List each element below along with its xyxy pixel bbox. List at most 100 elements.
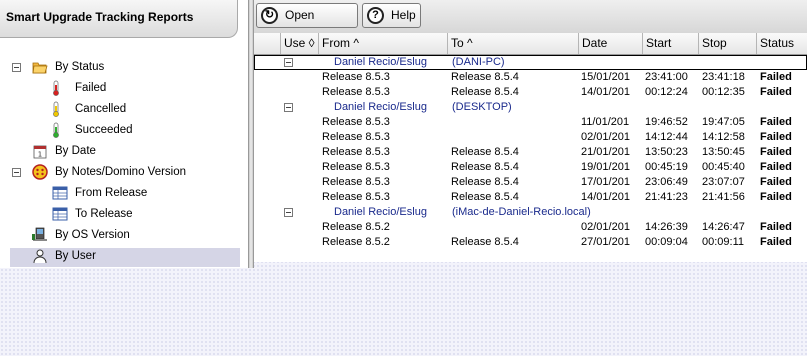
group-user: Daniel Recio/Eslug bbox=[334, 206, 427, 218]
cell-to: Release 8.5.4 bbox=[451, 71, 519, 83]
green-thermometer-icon bbox=[53, 122, 59, 138]
group-machine: (DANI-PC) bbox=[452, 56, 505, 68]
cell-start: 23:41:00 bbox=[645, 71, 688, 83]
help-button[interactable]: ? Help bbox=[362, 3, 421, 28]
table-row[interactable]: Release 8.5.3 Release 8.5.4 17/01/201 23:06… bbox=[254, 175, 807, 190]
cell-from: Release 8.5.3 bbox=[322, 86, 390, 98]
red-thermometer-icon bbox=[53, 80, 59, 96]
cell-start: 14:26:39 bbox=[645, 221, 688, 233]
table-row[interactable]: Release 8.5.3 11/01/201 19:46:52 19:47:05 Fa… bbox=[254, 115, 807, 130]
folder-open-icon bbox=[32, 62, 48, 74]
open-report-button[interactable]: ↻ Open Report bbox=[256, 3, 358, 45]
toolbar: ↻ Open Report ? Help bbox=[254, 0, 807, 45]
cell-status: Failed bbox=[760, 146, 792, 158]
cell-from: Release 8.5.3 bbox=[322, 161, 390, 173]
column-stop[interactable]: Stop bbox=[698, 33, 757, 54]
column-from[interactable]: From ^ bbox=[318, 33, 448, 54]
os-computer-icon bbox=[32, 227, 47, 241]
cell-date: 02/01/201 bbox=[581, 221, 630, 233]
group-row[interactable]: Daniel Recio/Eslug (DANI-PC) bbox=[254, 55, 807, 70]
cell-to: Release 8.5.4 bbox=[451, 161, 519, 173]
cell-status: Failed bbox=[760, 176, 792, 188]
cell-stop: 23:41:18 bbox=[702, 71, 745, 83]
tree-item-label: To Release bbox=[75, 208, 133, 220]
cell-status: Failed bbox=[760, 221, 792, 233]
column-date[interactable]: Date bbox=[578, 33, 643, 54]
svg-text:1: 1 bbox=[38, 151, 42, 159]
tree-item-label: By Notes/Domino Version bbox=[55, 166, 187, 178]
report-rows: Daniel Recio/Eslug (DANI-PC) Release 8.5.3… bbox=[254, 55, 807, 262]
table-row[interactable]: Release 8.5.2 02/01/201 14:26:39 14:26:47 Fa… bbox=[254, 220, 807, 235]
table-icon bbox=[52, 207, 68, 221]
cell-start: 21:41:23 bbox=[645, 191, 688, 203]
group-row[interactable]: Daniel Recio/Eslug (DESKTOP) bbox=[254, 100, 807, 115]
cell-status: Failed bbox=[760, 71, 792, 83]
calendar-icon: 1 bbox=[33, 145, 47, 159]
panel-title: Smart Upgrade Tracking Reports bbox=[0, 0, 238, 38]
column-use[interactable]: Use ◊ bbox=[280, 33, 322, 54]
table-row[interactable]: Release 8.5.3 Release 8.5.4 21/01/201 13:50… bbox=[254, 145, 807, 160]
table-row[interactable]: Release 8.5.3 Release 8.5.4 19/01/201 00:45… bbox=[254, 160, 807, 175]
group-row[interactable]: Daniel Recio/Eslug (iMac-de-Daniel-Recio.… bbox=[254, 205, 807, 220]
cell-from: Release 8.5.3 bbox=[322, 71, 390, 83]
cell-start: 19:46:52 bbox=[645, 116, 688, 128]
cell-date: 17/01/201 bbox=[581, 176, 630, 188]
cell-date: 15/01/201 bbox=[581, 71, 630, 83]
help-label: Help bbox=[391, 8, 416, 22]
column-header: Use ◊ From ^ To ^ Date Start Stop Status bbox=[254, 33, 807, 55]
cell-status: Failed bbox=[760, 236, 792, 248]
cell-start: 13:50:23 bbox=[645, 146, 688, 158]
collapse-icon[interactable] bbox=[284, 58, 293, 67]
cell-to: Release 8.5.4 bbox=[451, 236, 519, 248]
tree-item-label: Failed bbox=[75, 82, 107, 94]
table-row[interactable]: Release 8.5.3 Release 8.5.4 15/01/201 23:41… bbox=[254, 70, 807, 85]
cell-from: Release 8.5.3 bbox=[322, 146, 390, 158]
cell-from: Release 8.5.3 bbox=[322, 176, 390, 188]
cell-start: 00:12:24 bbox=[645, 86, 688, 98]
tree-item-label: By Date bbox=[55, 145, 96, 157]
tree-item-label: By Status bbox=[55, 61, 105, 73]
tree-item-label: By User bbox=[55, 250, 96, 262]
table-row[interactable]: Release 8.5.3 02/01/201 14:12:44 14:12:58 Fa… bbox=[254, 130, 807, 145]
cell-status: Failed bbox=[760, 191, 792, 203]
cell-date: 27/01/201 bbox=[581, 236, 630, 248]
cell-status: Failed bbox=[760, 86, 792, 98]
cell-start: 14:12:44 bbox=[645, 131, 688, 143]
cell-stop: 14:12:58 bbox=[702, 131, 745, 143]
cell-stop: 19:47:05 bbox=[702, 116, 745, 128]
column-start[interactable]: Start bbox=[642, 33, 699, 54]
group-user: Daniel Recio/Eslug bbox=[334, 101, 427, 113]
collapse-icon[interactable] bbox=[284, 103, 293, 112]
column-status[interactable]: Status bbox=[756, 33, 807, 54]
cell-to: Release 8.5.4 bbox=[451, 176, 519, 188]
cell-from: Release 8.5.2 bbox=[322, 221, 390, 233]
table-icon bbox=[52, 186, 68, 200]
collapse-icon[interactable] bbox=[12, 168, 21, 177]
cell-to: Release 8.5.4 bbox=[451, 146, 519, 158]
cell-date: 14/01/201 bbox=[581, 86, 630, 98]
cell-to: Release 8.5.4 bbox=[451, 86, 519, 98]
refresh-icon: ↻ bbox=[261, 7, 278, 24]
cell-from: Release 8.5.3 bbox=[322, 116, 390, 128]
tree-item-label: Succeeded bbox=[75, 124, 133, 136]
cell-from: Release 8.5.2 bbox=[322, 236, 390, 248]
cell-from: Release 8.5.3 bbox=[322, 191, 390, 203]
tree-item-label: Cancelled bbox=[75, 103, 127, 115]
report-panel: ↻ Open Report ? Help Use ◊ From ^ To ^ D… bbox=[254, 0, 807, 262]
table-row[interactable]: Release 8.5.3 Release 8.5.4 14/01/201 21:41… bbox=[254, 190, 807, 205]
domino-icon bbox=[32, 164, 48, 180]
cell-stop: 14:26:47 bbox=[702, 221, 745, 233]
help-icon: ? bbox=[367, 7, 384, 24]
cell-start: 00:45:19 bbox=[645, 161, 688, 173]
cell-status: Failed bbox=[760, 131, 792, 143]
cell-stop: 00:09:11 bbox=[702, 236, 745, 248]
collapse-icon[interactable] bbox=[12, 63, 21, 72]
group-machine: (DESKTOP) bbox=[452, 101, 512, 113]
table-row[interactable]: Release 8.5.3 Release 8.5.4 14/01/201 00:12… bbox=[254, 85, 807, 100]
tree-item-label: By OS Version bbox=[55, 229, 130, 241]
cell-date: 19/01/201 bbox=[581, 161, 630, 173]
collapse-icon[interactable] bbox=[284, 208, 293, 217]
table-row[interactable]: Release 8.5.2 Release 8.5.4 27/01/201 00:09… bbox=[254, 235, 807, 250]
cell-stop: 21:41:56 bbox=[702, 191, 745, 203]
column-to[interactable]: To ^ bbox=[447, 33, 579, 54]
